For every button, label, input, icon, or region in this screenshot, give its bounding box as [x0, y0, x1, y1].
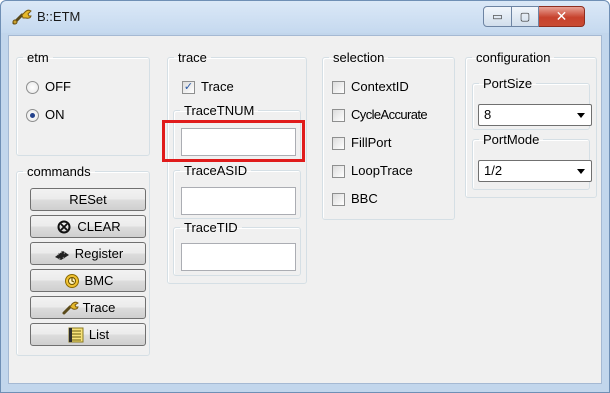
trace-checkbox[interactable]: ✓: [182, 81, 195, 94]
maximize-icon: ▢: [519, 11, 531, 23]
trace-legend: trace: [178, 50, 207, 65]
clear-button[interactable]: CLEAR: [30, 215, 146, 238]
clear-button-label: CLEAR: [77, 219, 121, 234]
traceasid-legend: TraceASID: [184, 163, 248, 178]
etm-off-radio[interactable]: [26, 81, 39, 94]
bmc-button[interactable]: BMC: [30, 269, 146, 292]
reset-button[interactable]: RESet: [30, 188, 146, 211]
commands-legend: commands: [27, 164, 91, 179]
portsize-legend: PortSize: [483, 76, 533, 91]
maximize-button[interactable]: ▢: [512, 6, 539, 27]
portsize-select[interactable]: 8: [478, 104, 592, 126]
trace-checkbox-label[interactable]: Trace: [201, 79, 234, 94]
trace-command-label: Trace: [82, 300, 116, 315]
close-button[interactable]: ✕: [539, 6, 585, 27]
looptrace-label[interactable]: LoopTrace: [351, 163, 413, 178]
cycleaccurate-label[interactable]: CycleAccurate: [351, 107, 428, 122]
dialog-client-area: etm OFF ON commands RESet CLEAR Register: [8, 35, 602, 384]
register-button[interactable]: Register: [30, 242, 146, 265]
selection-legend: selection: [333, 50, 385, 65]
list-button-label: List: [88, 327, 110, 342]
etm-legend: etm: [27, 50, 49, 65]
configuration-legend: configuration: [476, 50, 551, 65]
contextid-label[interactable]: ContextID: [351, 79, 409, 94]
chevron-down-icon: [577, 113, 585, 118]
portmode-select[interactable]: 1/2: [478, 160, 592, 182]
minimize-icon: ▭: [492, 11, 503, 23]
list-button[interactable]: List: [30, 323, 146, 346]
etm-group: etm: [16, 50, 150, 156]
cycleaccurate-checkbox[interactable]: [332, 109, 345, 122]
wrench-icon: [61, 300, 79, 316]
title-bar[interactable]: B::ETM ▭ ▢ ✕: [1, 1, 609, 33]
tracetid-legend: TraceTID: [184, 220, 238, 235]
annotation-highlight-box: [162, 120, 305, 162]
portmode-legend: PortMode: [483, 132, 540, 147]
register-button-label: Register: [74, 246, 124, 261]
chevron-down-icon: [577, 169, 585, 174]
etm-off-label[interactable]: OFF: [45, 79, 71, 94]
window-title: B::ETM: [37, 9, 81, 24]
bmc-icon: [63, 273, 81, 289]
etm-window: B::ETM ▭ ▢ ✕ etm OFF ON commands RESet C…: [0, 0, 610, 393]
etm-on-radio[interactable]: [26, 109, 39, 122]
trace-command-button[interactable]: Trace: [30, 296, 146, 319]
bbc-checkbox[interactable]: [332, 193, 345, 206]
tracetid-input[interactable]: [181, 243, 296, 271]
minimize-button[interactable]: ▭: [483, 6, 512, 27]
close-icon: ✕: [555, 8, 568, 24]
bmc-button-label: BMC: [84, 273, 114, 288]
etm-on-label[interactable]: ON: [45, 107, 65, 122]
register-chip-icon: [53, 246, 71, 262]
clear-icon: [55, 219, 73, 235]
fillport-label[interactable]: FillPort: [351, 135, 391, 150]
list-icon: [67, 327, 85, 343]
looptrace-checkbox[interactable]: [332, 165, 345, 178]
contextid-checkbox[interactable]: [332, 81, 345, 94]
fillport-checkbox[interactable]: [332, 137, 345, 150]
portsize-value: 8: [484, 107, 492, 122]
wrench-icon: [12, 9, 32, 25]
portmode-value: 1/2: [484, 163, 503, 178]
bbc-label[interactable]: BBC: [351, 191, 378, 206]
traceasid-input[interactable]: [181, 187, 296, 215]
reset-button-label: RESet: [69, 192, 107, 207]
tracetnum-legend: TraceTNUM: [184, 103, 255, 118]
